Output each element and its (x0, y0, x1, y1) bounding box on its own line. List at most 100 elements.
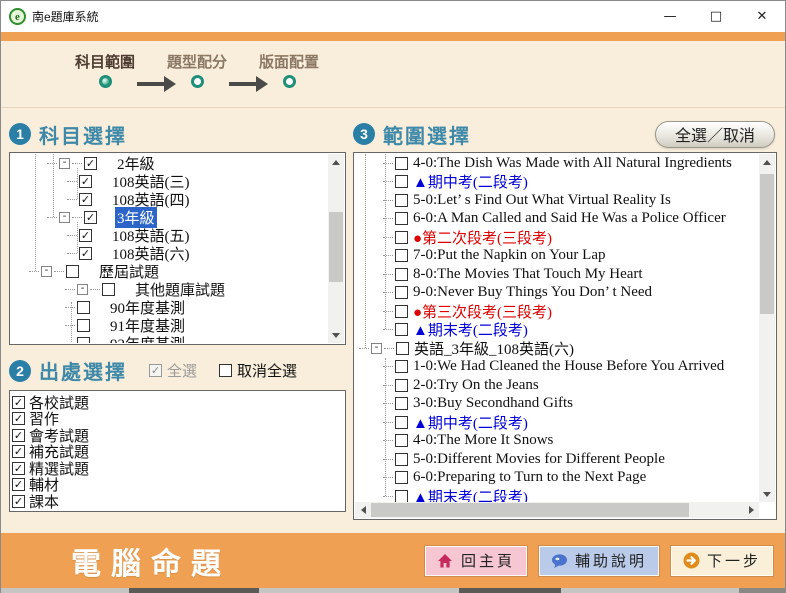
tree-label[interactable]: ▲期中考(二段考) (411, 412, 530, 433)
source-item[interactable]: ✓輔材 (12, 477, 343, 494)
tree-checkbox[interactable] (395, 249, 408, 262)
source-checkbox[interactable]: ✓ (12, 478, 25, 491)
scope-tree-hscrollbar[interactable] (355, 502, 759, 518)
tree-item[interactable]: 1-0:We Had Cleaned the House Before You … (355, 358, 759, 377)
collapse-icon[interactable]: - (59, 212, 70, 223)
tree-label[interactable]: 4-0:The More It Snows (411, 432, 555, 449)
tree-item[interactable]: 6-0:A Man Called and Said He Was a Polic… (355, 210, 759, 229)
collapse-icon[interactable]: - (41, 266, 52, 277)
tree-item[interactable]: -其他題庫試題 (11, 280, 328, 298)
tree-label[interactable]: 1-0:We Had Cleaned the House Before You … (411, 358, 726, 375)
tree-checkbox[interactable]: ✓ (79, 229, 92, 242)
tree-item[interactable]: 92年度基測 (11, 334, 328, 343)
tree-item[interactable]: ●第三次段考(三段考) (355, 302, 759, 321)
tree-item[interactable]: 5-0:Let’ s Find Out What Virtual Reality… (355, 191, 759, 210)
tree-checkbox[interactable] (395, 416, 408, 429)
tree-label[interactable]: 7-0:Put the Napkin on Your Lap (411, 247, 608, 264)
tree-item[interactable]: ✓108英語(三) (11, 172, 328, 190)
scroll-thumb[interactable] (760, 174, 774, 314)
tree-checkbox[interactable] (77, 301, 90, 314)
close-button[interactable]: ✕ (739, 1, 785, 32)
tree-checkbox[interactable] (395, 231, 408, 244)
tree-label[interactable]: 8-0:The Movies That Touch My Heart (411, 266, 645, 283)
tree-checkbox[interactable] (395, 305, 408, 318)
tree-checkbox[interactable] (395, 434, 408, 447)
tree-checkbox[interactable] (395, 157, 408, 170)
source-item[interactable]: ✓精選試題 (12, 460, 343, 477)
tree-item[interactable]: 2-0:Try On the Jeans (355, 376, 759, 395)
deselect-all-checkbox[interactable] (219, 364, 232, 377)
tree-checkbox[interactable] (395, 286, 408, 299)
tree-checkbox[interactable] (395, 194, 408, 207)
tree-checkbox[interactable] (395, 360, 408, 373)
tree-item[interactable]: 6-0:Preparing to Turn to the Next Page (355, 469, 759, 488)
tree-item[interactable]: ✓108英語(五) (11, 226, 328, 244)
tree-item[interactable]: - 英語_3年級_108英語(六) (355, 339, 759, 358)
scroll-left-icon[interactable] (355, 502, 371, 518)
select-all-checkbox-group[interactable]: ✓ 全選 (149, 360, 197, 381)
tree-label[interactable]: ▲期中考(二段考) (411, 171, 530, 192)
tree-checkbox[interactable] (395, 471, 408, 484)
tree-item[interactable]: ▲期末考(二段考) (355, 321, 759, 340)
scope-tree-scrollbar[interactable] (759, 154, 775, 502)
tree-label[interactable]: 英語_3年級_108英語(六) (412, 338, 576, 359)
tree-label[interactable]: 6-0:A Man Called and Said He Was a Polic… (411, 210, 728, 227)
tree-checkbox[interactable]: ✓ (84, 157, 97, 170)
collapse-icon[interactable]: - (371, 343, 382, 354)
scroll-down-icon[interactable] (759, 486, 775, 502)
subject-tree-scrollbar[interactable] (328, 154, 344, 343)
tree-item[interactable]: ✓108英語(四) (11, 190, 328, 208)
tree-item[interactable]: ●第二次段考(三段考) (355, 228, 759, 247)
tree-checkbox[interactable]: ✓ (79, 175, 92, 188)
tree-label[interactable]: 4-0:The Dish Was Made with All Natural I… (411, 155, 734, 172)
tree-label[interactable]: ▲期末考(二段考) (411, 486, 530, 502)
tree-checkbox[interactable] (395, 379, 408, 392)
tree-checkbox[interactable] (395, 397, 408, 410)
tree-label[interactable]: 5-0:Different Movies for Different Peopl… (411, 451, 667, 468)
source-checkbox[interactable]: ✓ (12, 445, 25, 458)
tree-checkbox[interactable] (395, 268, 408, 281)
tree-checkbox[interactable] (395, 490, 408, 502)
tree-item[interactable]: -歷屆試題 (11, 262, 328, 280)
scroll-right-icon[interactable] (743, 502, 759, 518)
tree-item[interactable]: 8-0:The Movies That Touch My Heart (355, 265, 759, 284)
source-checkbox[interactable]: ✓ (12, 412, 25, 425)
help-button[interactable]: 輔助說明 (539, 546, 659, 576)
tree-item[interactable]: ▲期中考(二段考) (355, 413, 759, 432)
tree-checkbox[interactable]: ✓ (84, 211, 97, 224)
maximize-button[interactable]: □ (693, 1, 739, 32)
tree-checkbox[interactable] (395, 212, 408, 225)
source-checkbox[interactable]: ✓ (12, 429, 25, 442)
scroll-up-icon[interactable] (759, 154, 775, 170)
deselect-all-checkbox-group[interactable]: 取消全選 (219, 360, 297, 381)
tree-checkbox[interactable] (77, 319, 90, 332)
tree-label[interactable]: 9-0:Never Buy Things You Don’ t Need (411, 284, 654, 301)
tree-label[interactable]: 6-0:Preparing to Turn to the Next Page (411, 469, 648, 486)
tree-label[interactable]: 92年度基測 (108, 333, 187, 344)
tree-label[interactable]: ●第二次段考(三段考) (411, 227, 554, 248)
tree-label[interactable]: 2-0:Try On the Jeans (411, 377, 541, 394)
tree-item[interactable]: ▲期中考(二段考) (355, 173, 759, 192)
tree-item[interactable]: -✓2年級 (11, 154, 328, 172)
scroll-down-icon[interactable] (328, 327, 344, 343)
scroll-thumb[interactable] (371, 503, 689, 517)
tree-item[interactable]: 7-0:Put the Napkin on Your Lap (355, 247, 759, 266)
tree-item[interactable]: 90年度基測 (11, 298, 328, 316)
tree-checkbox[interactable]: ✓ (79, 193, 92, 206)
tree-checkbox[interactable] (102, 283, 115, 296)
tree-checkbox[interactable] (66, 265, 79, 278)
source-item[interactable]: ✓課本 (12, 493, 343, 510)
scroll-up-icon[interactable] (328, 154, 344, 170)
source-checkbox[interactable]: ✓ (12, 462, 25, 475)
tree-item[interactable]: 4-0:The More It Snows (355, 432, 759, 451)
minimize-button[interactable]: — (647, 1, 693, 32)
tree-item[interactable]: ✓108英語(六) (11, 244, 328, 262)
collapse-icon[interactable]: - (77, 284, 88, 295)
tree-checkbox[interactable] (395, 175, 408, 188)
tree-item[interactable]: -✓3年級 (11, 208, 328, 226)
tree-item[interactable]: ▲期末考(二段考) (355, 487, 759, 502)
tree-checkbox[interactable] (395, 323, 408, 336)
select-all-checkbox[interactable]: ✓ (149, 364, 162, 377)
collapse-icon[interactable]: - (59, 158, 70, 169)
tree-label[interactable]: 5-0:Let’ s Find Out What Virtual Reality… (411, 192, 673, 209)
